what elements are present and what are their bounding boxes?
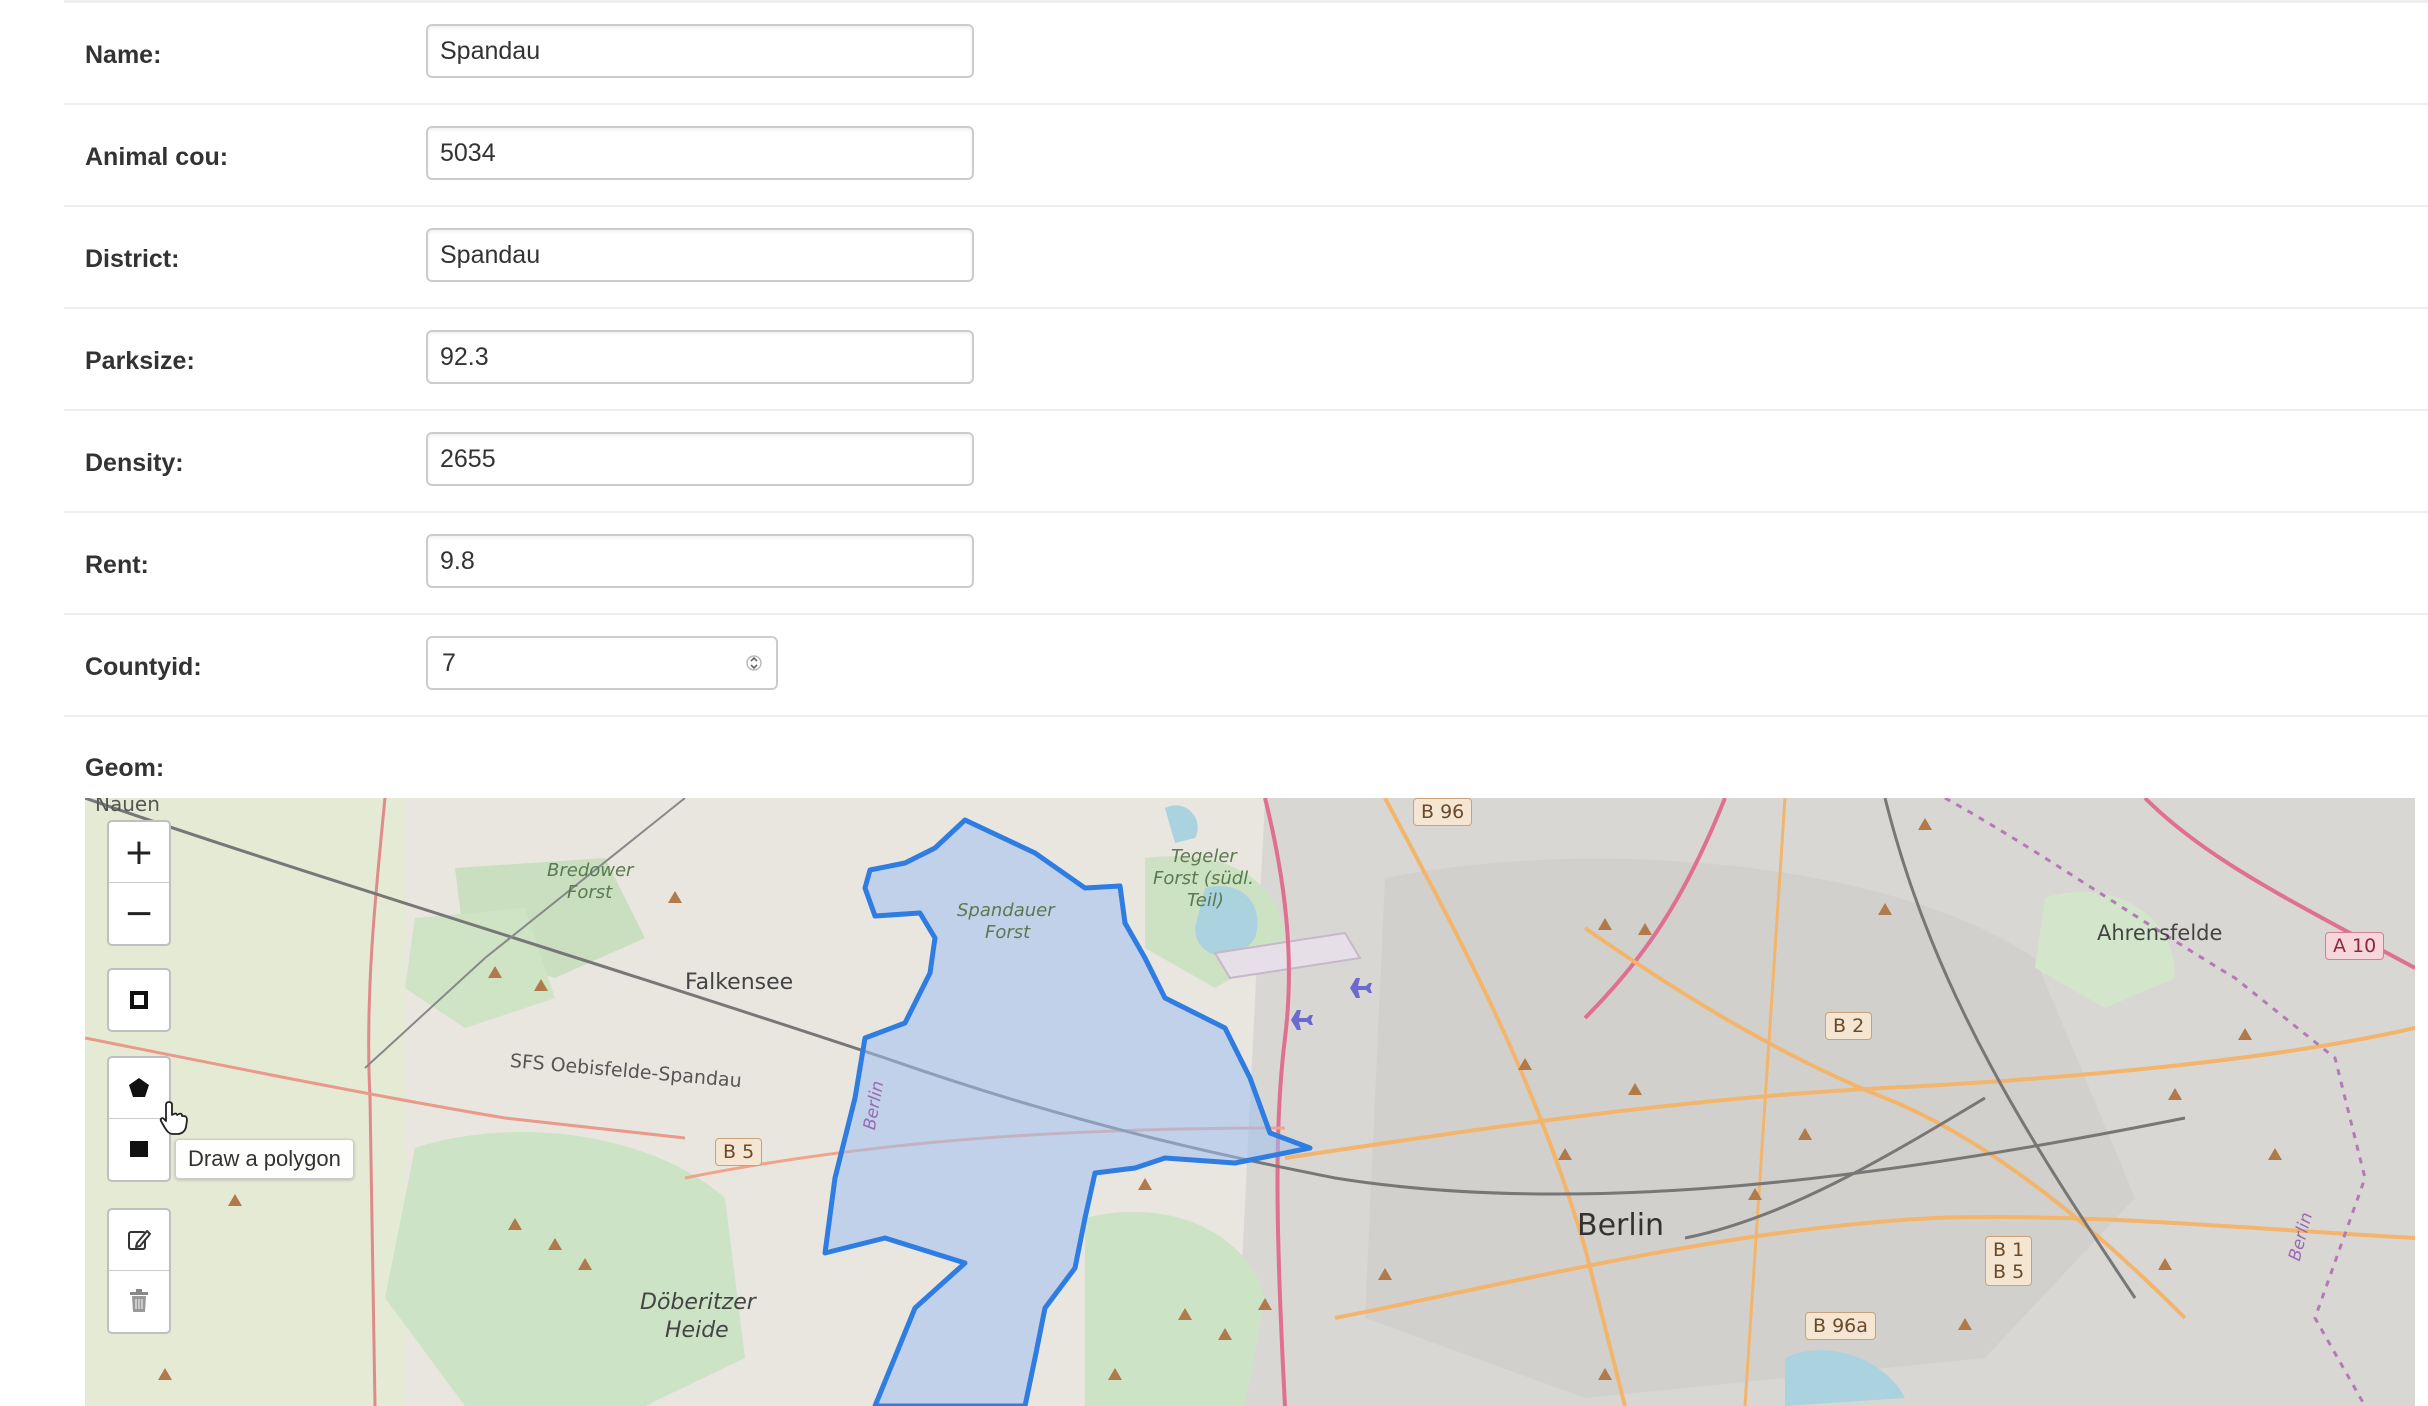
polygon-icon	[129, 1078, 149, 1097]
road-shield-b1-b5: B 1 B 5	[1985, 1236, 2033, 1286]
road-shield-b96a: B 96a	[1805, 1312, 1876, 1340]
form-row-animal-count: Animal cou:	[64, 105, 2428, 207]
forest-label-bredower-1: Bredower	[547, 860, 634, 881]
forest-label-bredower-2: Forst	[567, 882, 613, 903]
zoom-control: + −	[107, 820, 171, 946]
parksize-input[interactable]	[426, 330, 974, 384]
edit-icon	[128, 1230, 151, 1250]
name-label: Name:	[85, 41, 162, 69]
road-shield-a10: A 10	[2325, 932, 2385, 960]
place-label-ahrensfelde: Ahrensfelde	[2097, 921, 2223, 945]
countyid-field	[426, 636, 778, 690]
district-input[interactable]	[426, 228, 974, 282]
form-row-countyid: Countyid:	[64, 615, 2428, 717]
map-tiles	[85, 798, 2415, 1406]
road-shield-b5-line: B 5	[1993, 1261, 2025, 1283]
trash-icon	[130, 1289, 148, 1312]
zoom-out-button[interactable]: −	[109, 882, 169, 943]
form-row-name: Name:	[64, 3, 2428, 105]
countyid-input[interactable]	[428, 638, 746, 688]
density-input[interactable]	[426, 432, 974, 486]
density-label: Density:	[85, 449, 184, 477]
place-label-berlin: Berlin	[1577, 1208, 1665, 1243]
form-row-rent: Rent:	[64, 513, 2428, 615]
forest-label-tegeler-3: Teil)	[1187, 890, 1224, 911]
place-label-nauen: Nauen	[95, 798, 160, 816]
geom-label: Geom:	[85, 754, 165, 782]
draw-linestring-button[interactable]	[109, 970, 169, 1030]
animal-count-label: Animal cou:	[85, 143, 229, 171]
countyid-label: Countyid:	[85, 653, 202, 681]
form-row-district: District:	[64, 207, 2428, 309]
road-shield-b96: B 96	[1413, 798, 1473, 826]
parksize-label: Parksize:	[85, 347, 195, 375]
road-shield-b5: B 5	[715, 1138, 763, 1166]
name-input[interactable]	[426, 24, 974, 78]
forest-label-tegeler-2: Forst (südl.	[1153, 868, 1254, 889]
animal-count-input[interactable]	[426, 126, 974, 180]
district-label: District:	[85, 245, 180, 273]
hand-cursor-icon	[159, 1101, 188, 1135]
forest-label-doberitzer-1: Döberitzer	[640, 1290, 756, 1315]
forest-label-spandauer-1: Spandauer	[957, 900, 1055, 921]
forest-label-tegeler-1: Tegeler	[1171, 846, 1237, 867]
rent-input[interactable]	[426, 534, 974, 588]
edit-layers-button[interactable]	[109, 1210, 169, 1270]
form-row-parksize: Parksize:	[64, 309, 2428, 411]
road-shield-b2: B 2	[1825, 1012, 1873, 1040]
rent-label: Rent:	[85, 551, 149, 579]
geom-map[interactable]: Nauen Bredower Forst Falkensee Spandauer…	[85, 798, 2415, 1406]
zoom-in-button[interactable]: +	[109, 822, 169, 882]
place-label-falkensee: Falkensee	[685, 970, 794, 995]
draw-polygon-tooltip: Draw a polygon	[175, 1139, 354, 1179]
forest-label-spandauer-2: Forst	[985, 922, 1031, 943]
road-shield-b1-line: B 1	[1993, 1239, 2025, 1261]
delete-layers-button[interactable]	[109, 1270, 169, 1331]
rectangle-icon	[130, 1141, 148, 1157]
forest-label-doberitzer-2: Heide	[665, 1318, 729, 1343]
edit-control	[107, 1208, 171, 1334]
spinner-arrows-icon[interactable]	[746, 650, 762, 676]
draw-line-control	[107, 968, 171, 1032]
linestring-icon	[130, 991, 148, 1009]
form-row-density: Density:	[64, 411, 2428, 513]
